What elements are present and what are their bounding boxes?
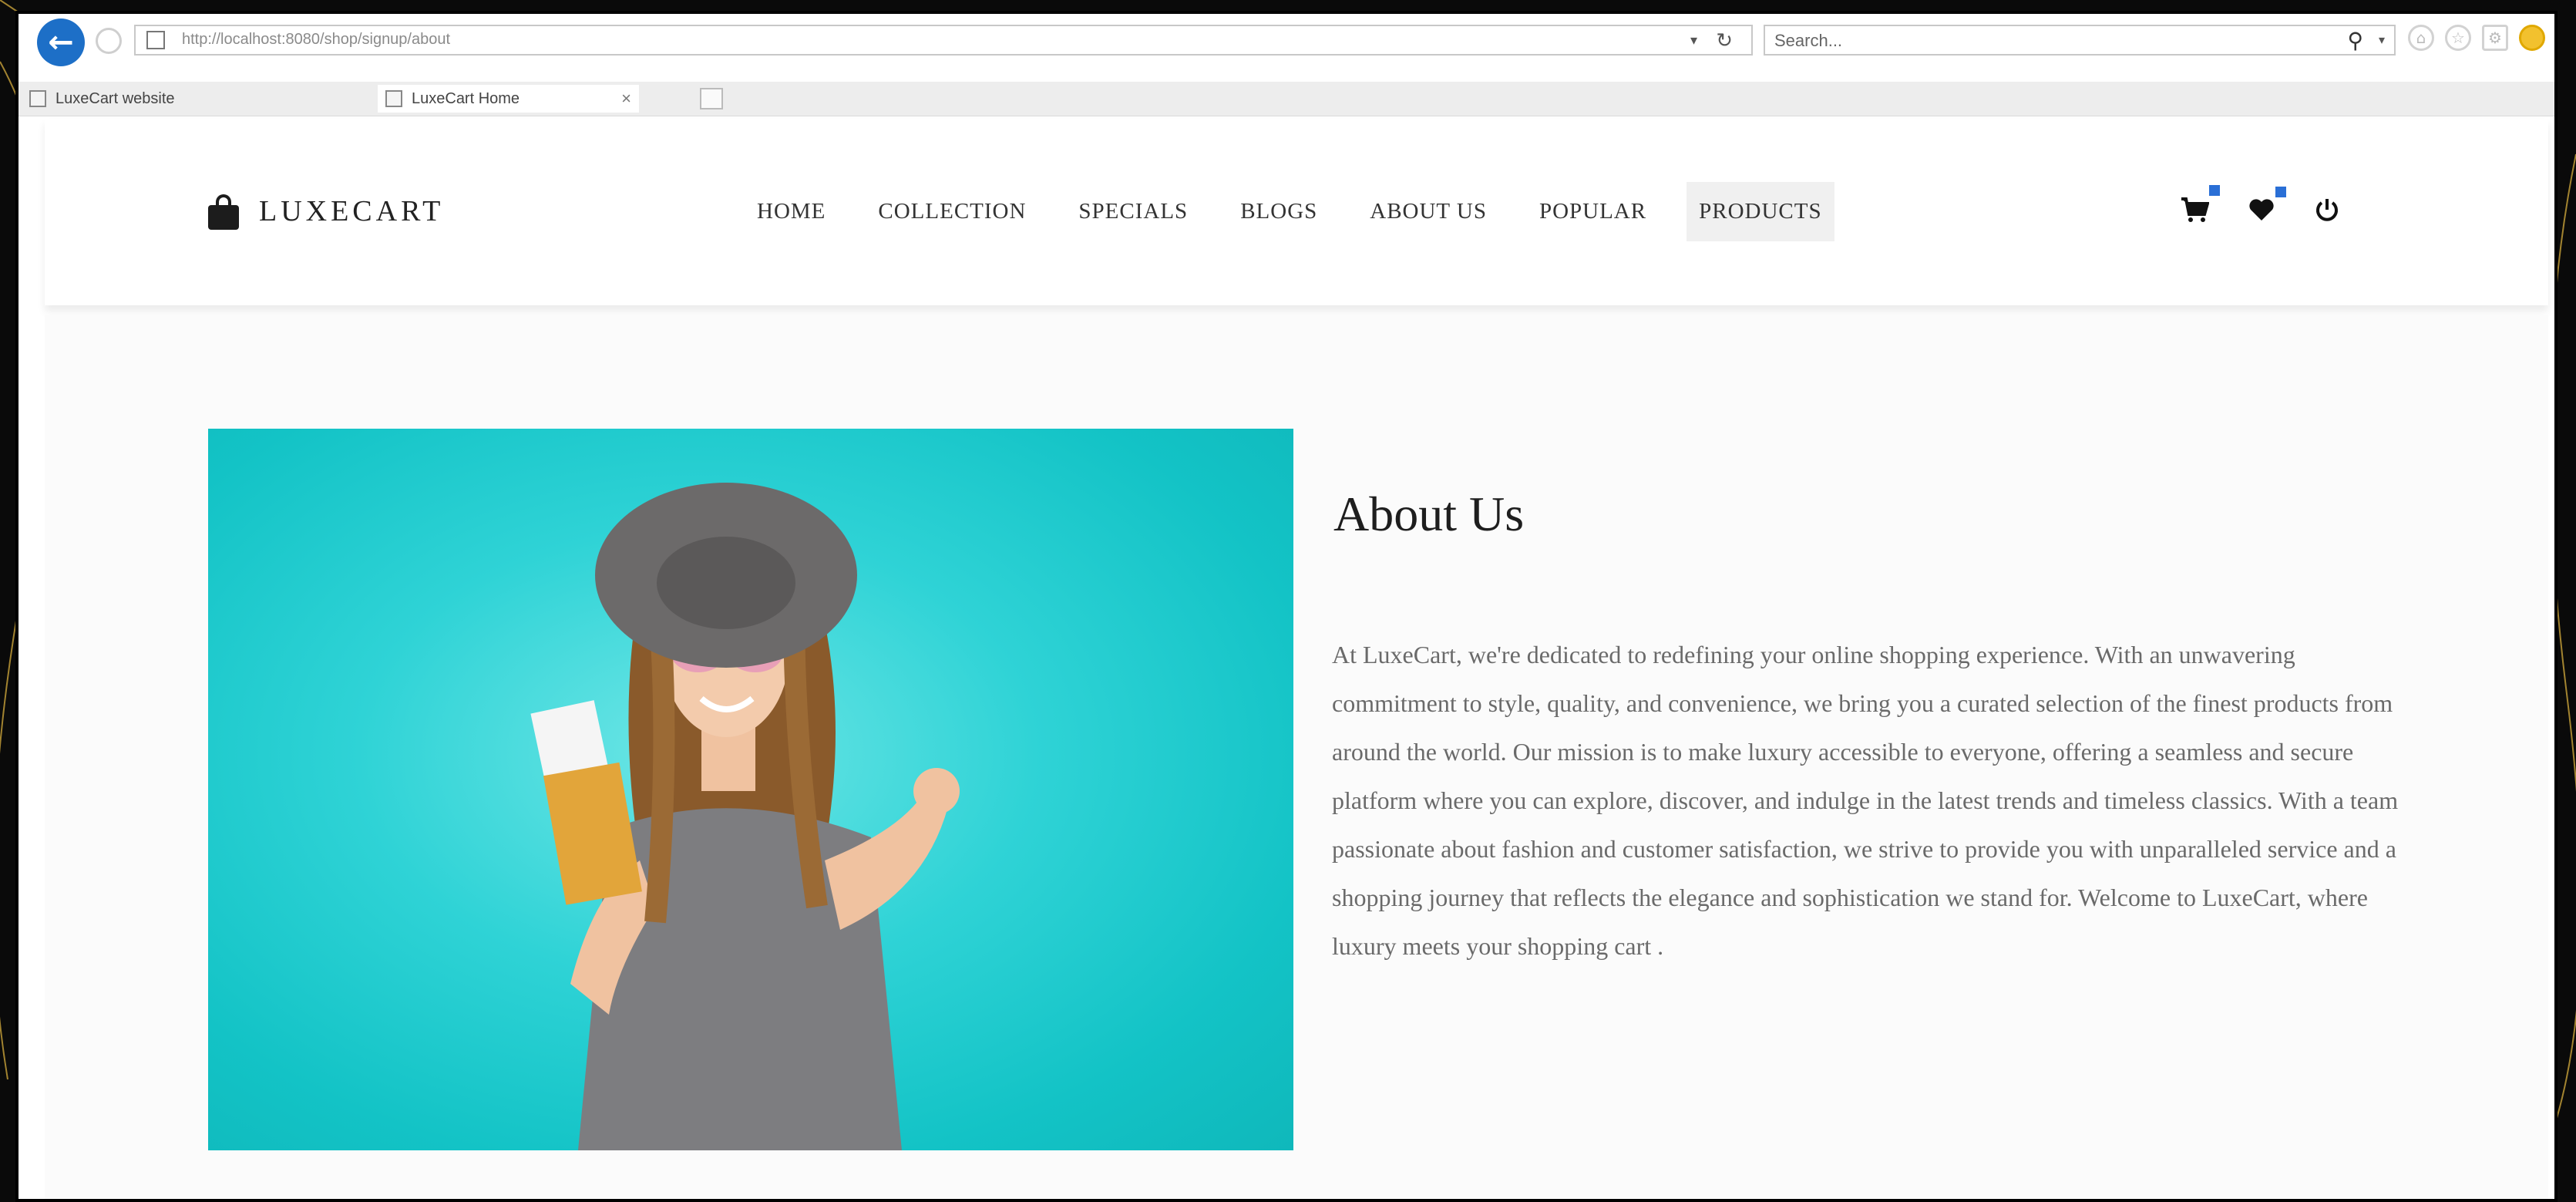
toolbar-icons: ⌂ ☆ ⚙ [2408, 25, 2545, 51]
nav-blogs[interactable]: BLOGS [1228, 182, 1330, 241]
nav-home[interactable]: HOME [745, 182, 838, 241]
arrow-left-icon: ← [48, 25, 74, 60]
url-field[interactable]: http://localhost:8080/shop/signup/about … [134, 25, 1753, 56]
tab-label: LuxeCart Home [412, 89, 520, 107]
tab-luxecart-website[interactable]: LuxeCart website [29, 85, 175, 113]
tab-label: LuxeCart website [55, 89, 175, 107]
nav-about-us[interactable]: ABOUT US [1357, 182, 1499, 241]
cart-icon[interactable] [2180, 185, 2220, 229]
cart-badge [2209, 185, 2220, 196]
refresh-icon[interactable]: ↻ [1716, 29, 1733, 52]
hero-image [208, 429, 1293, 1150]
favicon-icon [385, 90, 402, 107]
chevron-down-icon[interactable]: ▾ [1690, 32, 1697, 49]
woman-with-tickets-illustration [530, 483, 960, 1150]
new-tab-button[interactable] [700, 88, 723, 109]
about-title: About Us [1333, 487, 1525, 541]
home-icon[interactable]: ⌂ [2408, 25, 2434, 51]
search-placeholder: Search... [1774, 31, 1843, 50]
wishlist-badge [2275, 187, 2286, 197]
smiley-icon[interactable] [2519, 25, 2545, 51]
search-icon[interactable]: ⚲ [2347, 28, 2363, 53]
main-nav: HOME COLLECTION SPECIALS BLOGS ABOUT US … [745, 182, 1862, 241]
chevron-down-icon[interactable]: ▾ [2379, 32, 2385, 47]
back-button[interactable]: ← [37, 19, 85, 66]
power-icon[interactable] [2314, 197, 2340, 228]
about-body: At LuxeCart, we're dedicated to redefini… [1332, 641, 2399, 960]
nav-specials[interactable]: SPECIALS [1066, 182, 1200, 241]
heart-icon[interactable] [2248, 187, 2286, 227]
tab-luxecart-home[interactable]: LuxeCart Home × [378, 85, 639, 113]
nav-products[interactable]: PRODUCTS [1687, 182, 1834, 241]
page-icon [146, 31, 165, 49]
nav-collection[interactable]: COLLECTION [866, 182, 1038, 241]
tab-bar: LuxeCart website LuxeCart Home × [18, 82, 2554, 116]
favicon-icon [29, 90, 46, 107]
header-actions [2180, 185, 2340, 229]
browser-window: ← http://localhost:8080/shop/signup/abou… [15, 11, 2558, 1202]
url-text: http://localhost:8080/shop/signup/about [182, 31, 451, 48]
gear-icon[interactable]: ⚙ [2482, 25, 2508, 51]
address-bar-row: ← http://localhost:8080/shop/signup/abou… [18, 14, 2554, 66]
forward-button[interactable] [96, 28, 122, 54]
about-section: About Us At LuxeCart, we're dedicated to… [45, 315, 2548, 1199]
logo-text: LUXECART [259, 195, 445, 227]
browser-search-input[interactable]: Search... ⚲ ▾ [1764, 25, 2396, 56]
site-header: LUXECART HOME COLLECTION SPECIALS BLOGS … [45, 119, 2548, 305]
logo[interactable]: LUXECART [208, 194, 445, 230]
star-icon[interactable]: ☆ [2445, 25, 2471, 51]
nav-popular[interactable]: POPULAR [1527, 182, 1659, 241]
close-icon[interactable]: × [621, 89, 631, 109]
shopping-bag-icon [208, 194, 239, 230]
